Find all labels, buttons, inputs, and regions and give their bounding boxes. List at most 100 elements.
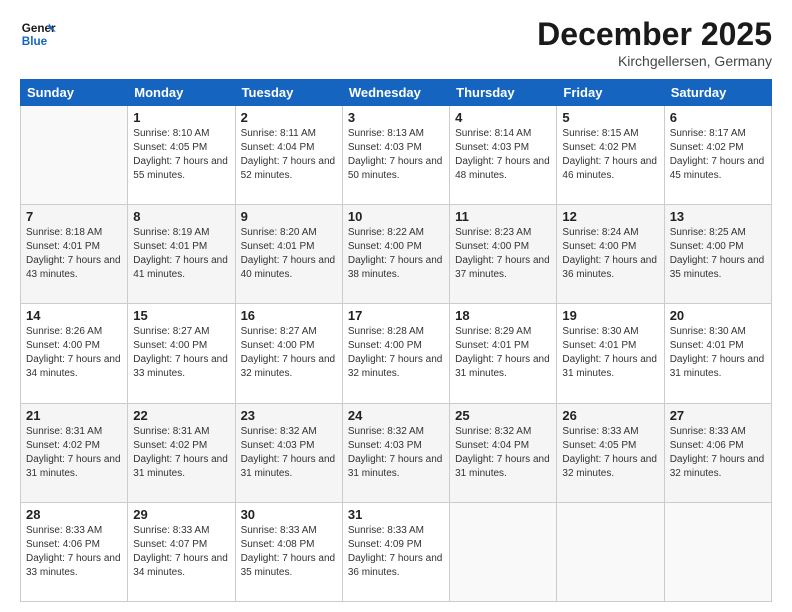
day-number: 11: [455, 209, 551, 224]
day-number: 12: [562, 209, 658, 224]
day-number: 29: [133, 507, 229, 522]
table-row: 7 Sunrise: 8:18 AM Sunset: 4:01 PM Daylig…: [21, 205, 128, 304]
table-row: 27 Sunrise: 8:33 AM Sunset: 4:06 PM Dayli…: [664, 403, 771, 502]
cell-info: Sunrise: 8:25 AM Sunset: 4:00 PM Dayligh…: [670, 226, 766, 282]
month-title: December 2025: [537, 16, 772, 53]
day-number: 30: [241, 507, 337, 522]
table-row: 17 Sunrise: 8:28 AM Sunset: 4:00 PM Dayli…: [342, 304, 449, 403]
table-row: 19 Sunrise: 8:30 AM Sunset: 4:01 PM Dayli…: [557, 304, 664, 403]
day-number: 14: [26, 308, 122, 323]
day-number: 2: [241, 110, 337, 125]
table-row: 21Sunrise: 8:31 AM Sunset: 4:02 PM Dayli…: [21, 403, 128, 502]
col-saturday: Saturday: [664, 80, 771, 106]
cell-info: Sunrise: 8:33 AM Sunset: 4:07 PM Dayligh…: [133, 524, 229, 580]
day-number: 31: [348, 507, 444, 522]
cell-info: Sunrise: 8:13 AM Sunset: 4:03 PM Dayligh…: [348, 127, 444, 183]
day-number: 18: [455, 308, 551, 323]
day-number: 27: [670, 408, 766, 423]
day-number: 19: [562, 308, 658, 323]
col-sunday: Sunday: [21, 80, 128, 106]
cell-info: Sunrise: 8:28 AM Sunset: 4:00 PM Dayligh…: [348, 325, 444, 381]
cell-info: Sunrise: 8:23 AM Sunset: 4:00 PM Dayligh…: [455, 226, 551, 282]
day-number: 9: [241, 209, 337, 224]
table-row: 15 Sunrise: 8:27 AM Sunset: 4:00 PM Dayli…: [128, 304, 235, 403]
cell-info: Sunrise: 8:32 AM Sunset: 4:03 PM Dayligh…: [241, 425, 337, 481]
cell-info: Sunrise: 8:10 AM Sunset: 4:05 PM Dayligh…: [133, 127, 229, 183]
cell-info: Sunrise: 8:32 AM Sunset: 4:03 PM Dayligh…: [348, 425, 444, 481]
day-number: 13: [670, 209, 766, 224]
location: Kirchgellersen, Germany: [537, 53, 772, 69]
day-number: 7: [26, 209, 122, 224]
cell-info: Sunrise: 8:17 AM Sunset: 4:02 PM Dayligh…: [670, 127, 766, 183]
calendar-week-row: 28 Sunrise: 8:33 AM Sunset: 4:06 PM Dayli…: [21, 502, 772, 601]
cell-info: Sunrise: 8:32 AM Sunset: 4:04 PM Dayligh…: [455, 425, 551, 481]
table-row: 26 Sunrise: 8:33 AM Sunset: 4:05 PM Dayli…: [557, 403, 664, 502]
table-row: 24Sunrise: 8:32 AM Sunset: 4:03 PM Dayli…: [342, 403, 449, 502]
table-row: [664, 502, 771, 601]
table-row: 13 Sunrise: 8:25 AM Sunset: 4:00 PM Dayli…: [664, 205, 771, 304]
table-row: 6 Sunrise: 8:17 AM Sunset: 4:02 PM Daylig…: [664, 106, 771, 205]
calendar-week-row: 7 Sunrise: 8:18 AM Sunset: 4:01 PM Daylig…: [21, 205, 772, 304]
cell-info: Sunrise: 8:33 AM Sunset: 4:08 PM Dayligh…: [241, 524, 337, 580]
day-number: 16: [241, 308, 337, 323]
table-row: 18 Sunrise: 8:29 AM Sunset: 4:01 PM Dayli…: [450, 304, 557, 403]
cell-info: Sunrise: 8:24 AM Sunset: 4:00 PM Dayligh…: [562, 226, 658, 282]
table-row: [21, 106, 128, 205]
cell-info: Sunrise: 8:33 AM Sunset: 4:06 PM Dayligh…: [26, 524, 122, 580]
calendar-week-row: 21 Sunrise: 8:31 AM Sunset: 4:02 PM Dayli…: [21, 403, 772, 502]
day-number: 3: [348, 110, 444, 125]
cell-info: Sunrise: 8:20 AM Sunset: 4:01 PM Dayligh…: [241, 226, 337, 282]
day-number: 20: [670, 308, 766, 323]
cell-info: Sunrise: 8:30 AM Sunset: 4:01 PM Dayligh…: [670, 325, 766, 381]
cell-info: Sunrise: 8:33 AM Sunset: 4:05 PM Dayligh…: [562, 425, 658, 481]
day-number: 26: [562, 408, 658, 423]
table-row: 25 Sunrise: 8:32 AM Sunset: 4:04 PM Dayli…: [450, 403, 557, 502]
cell-info: Sunrise: 8:18 AM Sunset: 4:01 PM Dayligh…: [26, 226, 122, 282]
day-number: 5: [562, 110, 658, 125]
table-row: 3 Sunrise: 8:13 AM Sunset: 4:03 PM Daylig…: [342, 106, 449, 205]
day-number: 8: [133, 209, 229, 224]
calendar-table: Sunday Monday Tuesday Wednesday Thursday…: [20, 79, 772, 602]
day-number: 10: [348, 209, 444, 224]
col-monday: Monday: [128, 80, 235, 106]
calendar-week-row: 1 Sunrise: 8:10 AM Sunset: 4:05 PM Daylig…: [21, 106, 772, 205]
day-number: 17: [348, 308, 444, 323]
table-row: 20 Sunrise: 8:30 AM Sunset: 4:01 PM Dayli…: [664, 304, 771, 403]
logo-icon: General Blue: [20, 16, 56, 52]
table-row: [557, 502, 664, 601]
cell-info: Sunrise: 8:33 AM Sunset: 4:06 PM Dayligh…: [670, 425, 766, 481]
table-row: 30 Sunrise: 8:33 AM Sunset: 4:08 PM Dayli…: [235, 502, 342, 601]
day-number: 21: [26, 408, 122, 423]
calendar-header-row: Sunday Monday Tuesday Wednesday Thursday…: [21, 80, 772, 106]
table-row: 10 Sunrise: 8:22 AM Sunset: 4:00 PM Dayli…: [342, 205, 449, 304]
day-number: 25: [455, 408, 551, 423]
header: General Blue December 2025 Kirchgellerse…: [20, 16, 772, 69]
cell-info: Sunrise: 8:31 AM Sunset: 4:02 PM Dayligh…: [133, 425, 229, 481]
table-row: 8 Sunrise: 8:19 AM Sunset: 4:01 PM Daylig…: [128, 205, 235, 304]
day-number: 4: [455, 110, 551, 125]
table-row: 2 Sunrise: 8:11 AM Sunset: 4:04 PM Daylig…: [235, 106, 342, 205]
day-number: 6: [670, 110, 766, 125]
logo: General Blue: [20, 16, 56, 52]
day-number: 1: [133, 110, 229, 125]
cell-info: Sunrise: 8:30 AM Sunset: 4:01 PM Dayligh…: [562, 325, 658, 381]
cell-info: Sunrise: 8:27 AM Sunset: 4:00 PM Dayligh…: [133, 325, 229, 381]
cell-info: Sunrise: 8:22 AM Sunset: 4:00 PM Dayligh…: [348, 226, 444, 282]
col-tuesday: Tuesday: [235, 80, 342, 106]
day-number: 28: [26, 507, 122, 522]
col-wednesday: Wednesday: [342, 80, 449, 106]
table-row: 11 Sunrise: 8:23 AM Sunset: 4:00 PM Dayli…: [450, 205, 557, 304]
table-row: [450, 502, 557, 601]
table-row: 9 Sunrise: 8:20 AM Sunset: 4:01 PM Daylig…: [235, 205, 342, 304]
table-row: 12 Sunrise: 8:24 AM Sunset: 4:00 PM Dayli…: [557, 205, 664, 304]
cell-info: Sunrise: 8:14 AM Sunset: 4:03 PM Dayligh…: [455, 127, 551, 183]
table-row: 14Sunrise: 8:26 AM Sunset: 4:00 PM Dayli…: [21, 304, 128, 403]
cell-info: Sunrise: 8:27 AM Sunset: 4:00 PM Dayligh…: [241, 325, 337, 381]
table-row: 16 Sunrise: 8:27 AM Sunset: 4:00 PM Dayli…: [235, 304, 342, 403]
cell-info: Sunrise: 8:29 AM Sunset: 4:01 PM Dayligh…: [455, 325, 551, 381]
cell-info: Sunrise: 8:33 AM Sunset: 4:09 PM Dayligh…: [348, 524, 444, 580]
cell-info: Sunrise: 8:19 AM Sunset: 4:01 PM Dayligh…: [133, 226, 229, 282]
cell-info: Sunrise: 8:11 AM Sunset: 4:04 PM Dayligh…: [241, 127, 337, 183]
day-number: 22: [133, 408, 229, 423]
day-number: 15: [133, 308, 229, 323]
